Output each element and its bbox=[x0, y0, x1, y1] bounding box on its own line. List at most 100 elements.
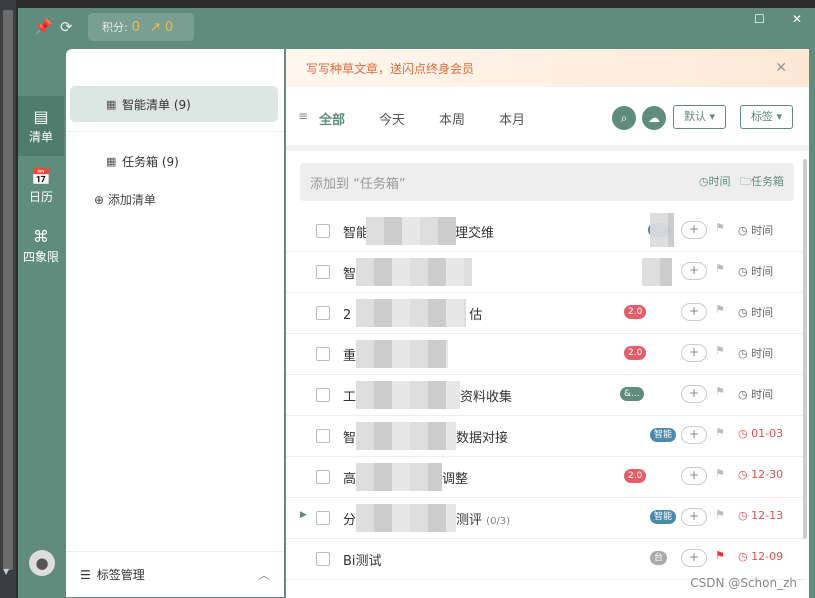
promo-banner[interactable]: 写写种草文章，送闪点终身会员 ✕ bbox=[286, 49, 809, 87]
due-date[interactable]: ◷ 时间 bbox=[738, 304, 773, 320]
due-date[interactable]: ◷ 01-03 bbox=[738, 427, 783, 440]
add-subtask-button[interactable]: + bbox=[681, 426, 707, 444]
sidebar-item-inbox[interactable]: ▦ 任务箱 (9) bbox=[70, 143, 278, 179]
task-checkbox[interactable] bbox=[316, 306, 330, 320]
points-badge[interactable]: 积分: 0 ↗ 0 bbox=[88, 13, 194, 41]
tab-month[interactable]: 本月 bbox=[499, 109, 525, 128]
redacted-area bbox=[356, 340, 448, 368]
task-title-head: 2 bbox=[343, 308, 352, 323]
box-option[interactable]: 任务箱 bbox=[751, 175, 784, 188]
task-checkbox[interactable] bbox=[316, 552, 330, 566]
side-nav: ▤ 清单 📅 日历 ⌘ 四象限 bbox=[18, 96, 64, 276]
flag-icon[interactable]: ⚑ bbox=[715, 467, 725, 480]
search-icon[interactable]: ⌕ bbox=[612, 106, 636, 130]
task-title-head: 智 bbox=[343, 431, 357, 446]
task-checkbox[interactable] bbox=[316, 470, 330, 484]
maximize-icon[interactable]: ☐ bbox=[754, 12, 765, 26]
app-window: 📌 ⟳ 积分: 0 ↗ 0 ☐ ✕ ▤ 清单 📅 日历 ⌘ 四象限 ● ▦ 智能… bbox=[18, 8, 815, 598]
due-date-text: 时间 bbox=[751, 306, 774, 319]
task-row[interactable]: 重 2.0 + ⚑ ◷ 时间 bbox=[286, 334, 806, 375]
task-row[interactable]: 智 + ⚑ ◷ 时间 bbox=[286, 252, 806, 293]
outer-scrollbar[interactable]: ▼ bbox=[0, 0, 16, 598]
add-subtask-button[interactable]: + bbox=[681, 385, 707, 403]
flag-icon[interactable]: ⚑ bbox=[715, 221, 725, 234]
task-checkbox[interactable] bbox=[316, 429, 330, 443]
tag-label: 标签 bbox=[751, 110, 773, 123]
tag-manage-bar[interactable]: ☰ 标签管理 ︿ bbox=[66, 551, 284, 597]
task-title-tail: 数据对接 bbox=[456, 431, 509, 446]
flag-icon[interactable]: ⚑ bbox=[715, 426, 725, 439]
nav-item-label: 四象限 bbox=[22, 250, 59, 264]
task-checkbox[interactable] bbox=[316, 388, 330, 402]
close-icon[interactable]: ✕ bbox=[792, 12, 802, 26]
task-title-tail: 调整 bbox=[442, 472, 469, 487]
due-date[interactable]: ◷ 12-30 bbox=[738, 468, 783, 481]
flag-icon[interactable]: ⚑ bbox=[715, 549, 725, 562]
task-title[interactable]: Bi测试 bbox=[343, 550, 382, 569]
add-subtask-button[interactable]: + bbox=[681, 467, 707, 485]
chevron-up-icon[interactable]: ︿ bbox=[258, 566, 270, 583]
pin-icon[interactable]: 📌 bbox=[34, 18, 53, 36]
flag-icon[interactable]: ⚑ bbox=[715, 508, 725, 521]
tab-all[interactable]: 全部 bbox=[319, 109, 345, 128]
task-row[interactable]: 工 资料收集 &... + ⚑ ◷ 时间 bbox=[286, 375, 806, 416]
task-title[interactable]: 智 bbox=[343, 263, 356, 282]
task-row[interactable]: 高 调整 2.0 + ⚑ ◷ 12-30 bbox=[286, 457, 806, 498]
add-subtask-button[interactable]: + bbox=[681, 303, 707, 321]
due-date-text: 时间 bbox=[751, 347, 774, 360]
due-date[interactable]: ◷ 时间 bbox=[738, 263, 773, 279]
task-checkbox[interactable] bbox=[316, 224, 330, 238]
due-date[interactable]: ◷ 时间 bbox=[738, 345, 773, 361]
task-checkbox[interactable] bbox=[316, 511, 330, 525]
task-row[interactable]: 智能 理交维 + ⚑ ◷ 时间 bbox=[286, 211, 806, 252]
flag-icon[interactable]: ⚑ bbox=[715, 303, 725, 316]
add-subtask-button[interactable]: + bbox=[681, 508, 707, 526]
task-title-head: 高 bbox=[343, 472, 357, 487]
sidebar-item-smart-list[interactable]: ▦ 智能清单 (9) bbox=[70, 86, 278, 122]
clock-icon[interactable]: ◷ bbox=[699, 175, 709, 188]
add-subtask-button[interactable]: + bbox=[681, 549, 707, 567]
flag-icon[interactable]: ⚑ bbox=[715, 385, 725, 398]
sidebar-item-label: 任务箱 (9) bbox=[122, 154, 179, 169]
avatar[interactable]: ● bbox=[29, 550, 55, 576]
task-checkbox[interactable] bbox=[316, 347, 330, 361]
nav-item-list[interactable]: ▤ 清单 bbox=[18, 96, 64, 156]
add-task-placeholder: 添加到 “任务箱” bbox=[310, 176, 406, 192]
clean-icon[interactable]: ☁ bbox=[642, 106, 666, 130]
tab-week[interactable]: 本周 bbox=[439, 109, 465, 128]
due-date[interactable]: ◷ 12-09 bbox=[738, 550, 783, 563]
task-row[interactable]: ▶ 分 测评 (0/3) 智能 + ⚑ ◷ 12-13 bbox=[286, 498, 806, 539]
close-icon[interactable]: ✕ bbox=[775, 60, 787, 76]
flag-icon[interactable]: ⚑ bbox=[715, 344, 725, 357]
sort-default-button[interactable]: 默认 ▾ bbox=[673, 105, 727, 129]
sync-icon[interactable]: ⟳ bbox=[60, 18, 73, 36]
add-list-button[interactable]: ⊕ 添加清单 bbox=[94, 191, 156, 208]
task-checkbox[interactable] bbox=[316, 265, 330, 279]
add-subtask-button[interactable]: + bbox=[681, 221, 707, 239]
task-row[interactable]: 2 估 2.0 + ⚑ ◷ 时间 bbox=[286, 293, 806, 334]
filter-icon: ≡ bbox=[298, 109, 309, 123]
nav-item-quadrant[interactable]: ⌘ 四象限 bbox=[18, 216, 64, 276]
add-subtask-button[interactable]: + bbox=[681, 262, 707, 280]
flag-icon[interactable]: ⚑ bbox=[715, 262, 725, 275]
redacted-area bbox=[356, 463, 442, 491]
task-row[interactable]: Bi测试 台 + ⚑ ◷ 12-09 bbox=[286, 539, 806, 580]
scroll-down-arrow-icon[interactable]: ▼ bbox=[3, 567, 9, 576]
tab-today[interactable]: 今天 bbox=[379, 109, 405, 128]
tag-filter-button[interactable]: 标签 ▾ bbox=[740, 105, 794, 129]
due-date[interactable]: ◷ 时间 bbox=[738, 222, 773, 238]
nav-item-calendar[interactable]: 📅 日历 bbox=[18, 156, 64, 216]
tag-badge: &... bbox=[620, 387, 644, 401]
outer-scrollbar-thumb[interactable] bbox=[3, 10, 13, 570]
task-list-scrollbar[interactable] bbox=[803, 159, 807, 539]
time-option[interactable]: 时间 bbox=[709, 175, 731, 188]
add-subtask-button[interactable]: + bbox=[681, 344, 707, 362]
task-title[interactable]: 重 bbox=[343, 345, 356, 364]
list-grid-icon: ▦ bbox=[106, 154, 117, 168]
due-date[interactable]: ◷ 12-13 bbox=[738, 509, 783, 522]
add-task-input[interactable]: 添加到 “任务箱” ◷时间 🗀任务箱 bbox=[300, 163, 794, 201]
due-date[interactable]: ◷ 时间 bbox=[738, 386, 773, 402]
folder-icon[interactable]: 🗀 bbox=[740, 175, 751, 188]
task-row[interactable]: 智 数据对接 智能 + ⚑ ◷ 01-03 bbox=[286, 416, 806, 457]
expand-arrow-icon[interactable]: ▶ bbox=[300, 510, 307, 520]
